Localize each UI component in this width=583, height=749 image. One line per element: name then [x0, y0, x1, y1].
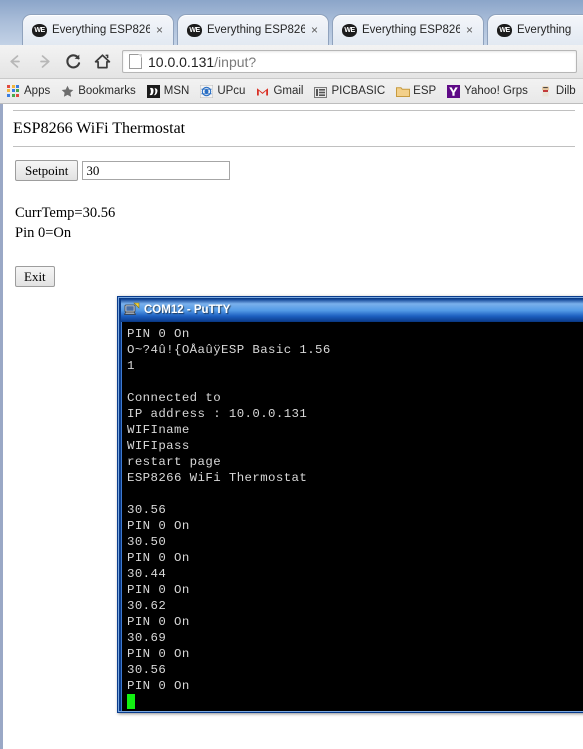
tab-favicon-icon: WE	[187, 23, 202, 37]
bookmark-bookmarks[interactable]: Bookmarks	[61, 85, 136, 98]
gmail-m-icon	[256, 85, 269, 98]
tab-title: Everything	[517, 24, 572, 36]
bookmark-apps[interactable]: Apps	[7, 84, 51, 98]
terminal-line: ESP8266 WiFi Thermostat	[127, 471, 308, 485]
forward-arrow-icon	[40, 55, 50, 68]
bookmark-gmail[interactable]: Gmail	[256, 85, 303, 98]
pin-state-readout: Pin 0=On	[15, 225, 72, 241]
tab-close-icon[interactable]: ×	[152, 23, 167, 38]
putty-window[interactable]: COM12 - PuTTY PIN 0 On O~?4û!{OÅaûÿESP B…	[117, 296, 583, 713]
page-title: ESP8266 WiFi Thermostat	[13, 120, 186, 137]
bookmark-esp[interactable]: ESP	[396, 85, 436, 98]
terminal-line: 30.69	[127, 631, 167, 645]
bookmark-label: PICBASIC	[331, 85, 386, 97]
terminal-line: 1	[127, 359, 135, 373]
bookmark-label: Gmail	[273, 85, 304, 97]
folder-icon	[396, 85, 411, 98]
terminal-line: PIN 0 On	[127, 327, 190, 341]
tab-strip: WE Everything ESP8266 - × WE Everything …	[0, 0, 583, 45]
divider-top	[13, 110, 575, 112]
tab-favicon-icon: WE	[32, 23, 47, 37]
msn-butterfly-icon	[146, 84, 160, 98]
terminal-line: Connected to	[127, 391, 222, 405]
tab-title: Everything ESP8266 -	[52, 24, 150, 36]
terminal-line: IP address : 10.0.0.131	[127, 407, 308, 421]
apps-grid-icon	[7, 84, 20, 98]
bookmark-label: UPcu	[217, 85, 246, 97]
tab-favicon-icon: WE	[497, 23, 512, 37]
bookmark-upcu[interactable]: UPcu	[199, 84, 246, 98]
terminal-line: PIN 0 On	[127, 679, 190, 693]
reload-icon	[66, 54, 81, 69]
terminal-line: 30.44	[127, 567, 167, 581]
thermostat-page: ESP8266 WiFi Thermostat Setpoint CurrTem…	[3, 110, 583, 287]
bookmark-label: ESP	[413, 85, 437, 97]
bookmark-label: Dilb	[555, 85, 576, 97]
back-button[interactable]	[2, 48, 29, 75]
current-temp-readout: CurrTemp=30.56	[15, 205, 116, 221]
browser-tab-4[interactable]: WE Everything ×	[487, 14, 583, 45]
terminal-line: WIFIname	[127, 423, 190, 437]
browser-toolbar: 10.0.0.131/input?	[0, 45, 583, 79]
bookmark-picbasic[interactable]: PICBASIC	[314, 85, 385, 98]
terminal-line: PIN 0 On	[127, 551, 190, 565]
tab-title: Everything ESP8266 -	[362, 24, 460, 36]
dilbert-icon	[539, 85, 552, 98]
yahoo-y-icon	[447, 84, 461, 98]
bookmark-label: Apps	[24, 85, 51, 97]
bookmark-msn[interactable]: MSN	[146, 84, 190, 98]
bookmark-dilbert[interactable]: Dilb	[539, 85, 576, 98]
back-arrow-icon	[10, 55, 20, 68]
exit-button[interactable]: Exit	[15, 266, 55, 287]
browser-tab-3[interactable]: WE Everything ESP8266 - ×	[332, 14, 484, 45]
url-text: 10.0.0.131/input?	[148, 54, 256, 70]
bookmark-label: Yahoo! Grps	[464, 85, 528, 97]
url-host: 10.0.0.131	[148, 53, 215, 70]
tab-close-icon[interactable]: ×	[307, 23, 322, 38]
page-document-icon	[129, 54, 142, 69]
upcu-icon	[199, 84, 214, 98]
terminal-line: 30.62	[127, 599, 167, 613]
putty-terminal[interactable]: PIN 0 On O~?4û!{OÅaûÿESP Basic 1.56 1 Co…	[121, 322, 583, 711]
tab-title: Everything ESP8266 -	[207, 24, 305, 36]
bookmarks-bar: Apps Bookmarks MSN UPcu Gmail PICBASIC E…	[0, 79, 583, 104]
reload-button[interactable]	[60, 48, 87, 75]
terminal-line: O~?4û!{OÅaûÿESP Basic 1.56	[127, 343, 331, 357]
bookmark-label: MSN	[163, 85, 190, 97]
address-bar[interactable]: 10.0.0.131/input?	[122, 50, 577, 73]
bookmark-label: Bookmarks	[78, 85, 136, 97]
url-path: /input?	[214, 53, 257, 70]
divider-bottom	[13, 146, 575, 148]
forward-button[interactable]	[31, 48, 58, 75]
terminal-line: PIN 0 On	[127, 519, 190, 533]
terminal-line: 30.50	[127, 535, 167, 549]
terminal-line: WIFIpass	[127, 439, 190, 453]
setpoint-form: Setpoint	[15, 160, 583, 181]
browser-tab-2[interactable]: WE Everything ESP8266 - ×	[177, 14, 329, 45]
bookmark-yahoo-groups[interactable]: Yahoo! Grps	[447, 84, 528, 98]
terminal-line: PIN 0 On	[127, 583, 190, 597]
setpoint-button[interactable]: Setpoint	[15, 160, 79, 181]
terminal-line: 30.56	[127, 663, 167, 677]
putty-computer-icon	[123, 302, 140, 318]
browser-tab-1[interactable]: WE Everything ESP8266 - ×	[22, 14, 174, 45]
terminal-line: restart page	[127, 455, 222, 469]
terminal-line: PIN 0 On	[127, 615, 190, 629]
setpoint-input[interactable]	[82, 161, 231, 180]
terminal-line: 30.56	[127, 503, 167, 517]
star-icon	[61, 85, 74, 98]
block-cursor-icon	[127, 694, 135, 709]
home-button[interactable]	[89, 48, 116, 75]
putty-title-bar[interactable]: COM12 - PuTTY	[121, 299, 583, 321]
terminal-line: PIN 0 On	[127, 647, 190, 661]
putty-title-text: COM12 - PuTTY	[144, 304, 231, 316]
tab-close-icon[interactable]: ×	[462, 23, 477, 38]
tab-favicon-icon: WE	[342, 23, 357, 37]
home-icon	[94, 54, 111, 69]
picbasic-icon	[314, 85, 328, 98]
terminal-cursor-line	[127, 694, 583, 710]
